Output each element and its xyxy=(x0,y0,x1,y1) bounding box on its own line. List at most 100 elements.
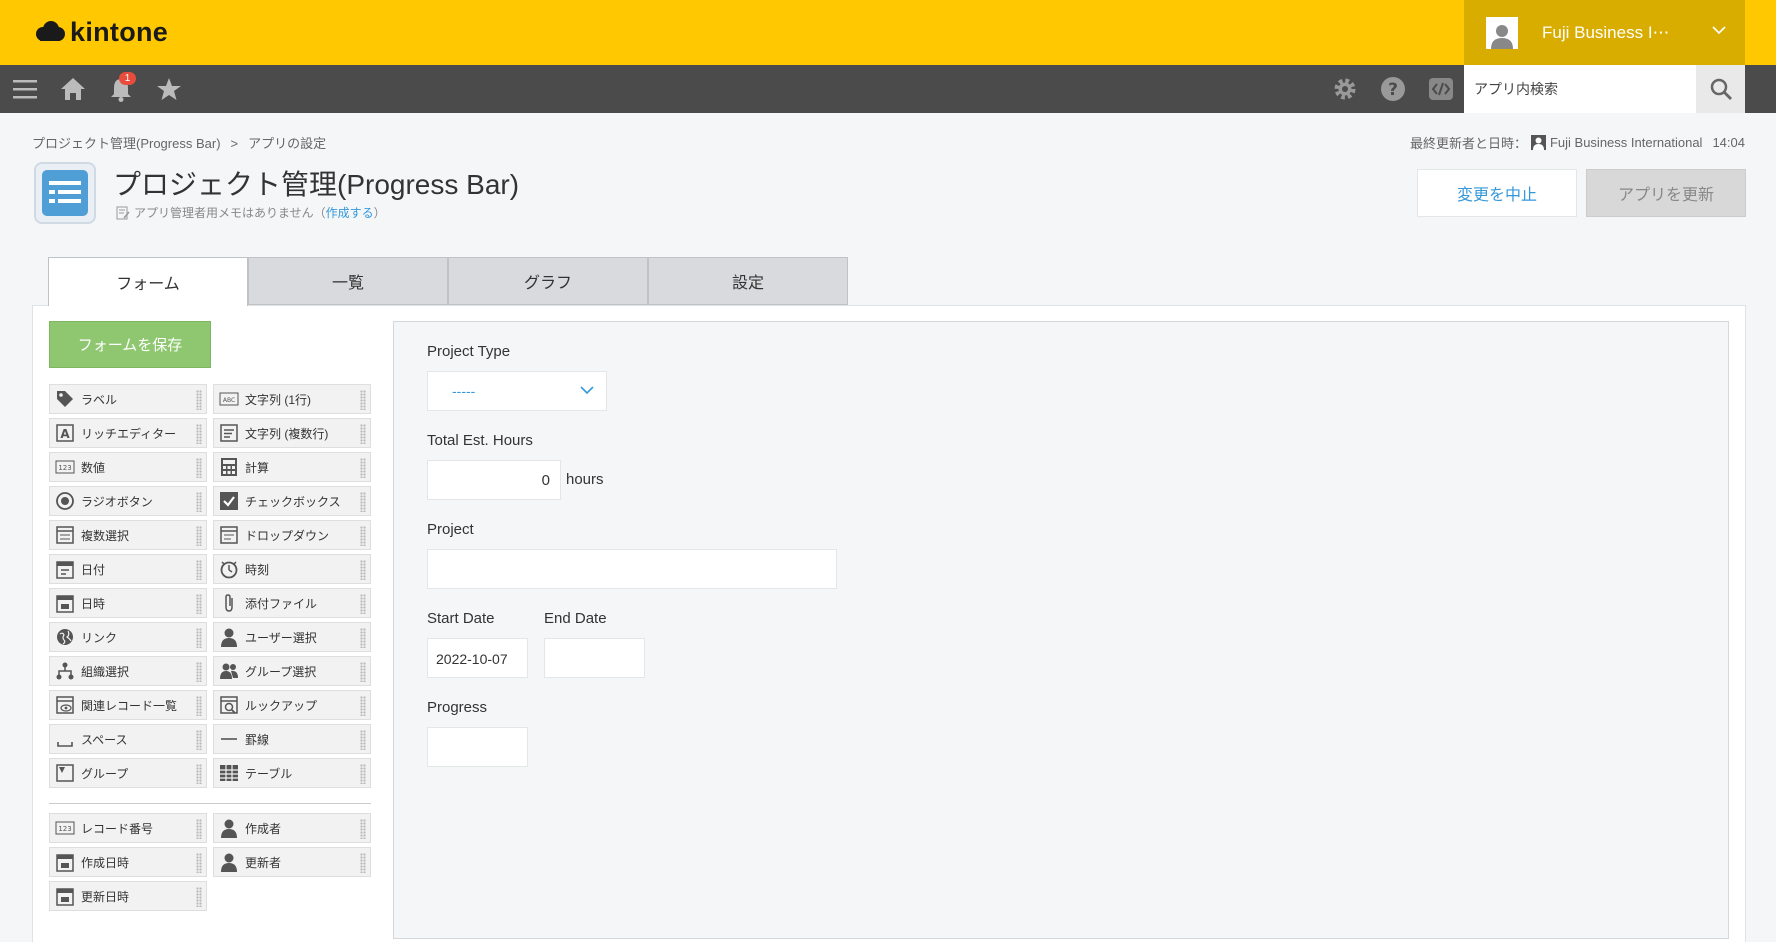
help-icon[interactable]: ? xyxy=(1379,75,1407,103)
user-silhouette-icon xyxy=(1491,24,1513,49)
code-icon[interactable] xyxy=(1427,75,1455,103)
palette-field-item[interactable]: 日時 xyxy=(49,588,207,618)
palette-field-item[interactable]: ABC 文字列 (1行) xyxy=(213,384,371,414)
drag-handle-icon[interactable] xyxy=(360,390,366,410)
last-update-user[interactable]: Fuji Business International xyxy=(1550,135,1702,150)
drag-handle-icon[interactable] xyxy=(360,853,366,873)
palette-field-item[interactable]: 罫線 xyxy=(213,724,371,754)
drag-handle-icon[interactable] xyxy=(360,696,366,716)
palette-field-item[interactable]: スペース xyxy=(49,724,207,754)
create-memo-link[interactable]: 作成する xyxy=(326,206,374,220)
drag-handle-icon[interactable] xyxy=(196,730,202,750)
palette-field-item[interactable]: グループ xyxy=(49,758,207,788)
drag-handle-icon[interactable] xyxy=(196,526,202,546)
drag-handle-icon[interactable] xyxy=(196,819,202,839)
palette-field-item[interactable]: 時刻 xyxy=(213,554,371,584)
tab-form[interactable]: フォーム xyxy=(48,257,248,306)
drag-handle-icon[interactable] xyxy=(360,819,366,839)
search-button[interactable] xyxy=(1696,65,1745,113)
tab-list[interactable]: 一覧 xyxy=(248,257,448,305)
drag-handle-icon[interactable] xyxy=(360,764,366,784)
palette-field-item[interactable]: ユーザー選択 xyxy=(213,622,371,652)
drag-handle-icon[interactable] xyxy=(196,458,202,478)
line-icon xyxy=(219,729,239,749)
breadcrumb-app-link[interactable]: プロジェクト管理(Progress Bar) xyxy=(32,136,221,151)
drag-handle-icon[interactable] xyxy=(360,730,366,750)
drag-handle-icon[interactable] xyxy=(360,492,366,512)
palette-field-item[interactable]: ドロップダウン xyxy=(213,520,371,550)
palette-field-item[interactable]: 作成日時 xyxy=(49,847,207,877)
end-date-input[interactable] xyxy=(544,638,645,678)
search-input[interactable] xyxy=(1464,65,1696,113)
start-date-input[interactable]: 2022-10-07 xyxy=(427,638,528,678)
drag-handle-icon[interactable] xyxy=(360,458,366,478)
hamburger-menu-icon[interactable] xyxy=(11,75,39,103)
drag-handle-icon[interactable] xyxy=(360,628,366,648)
drag-handle-icon[interactable] xyxy=(196,492,202,512)
drag-handle-icon[interactable] xyxy=(360,560,366,580)
paperclip-icon xyxy=(219,593,239,613)
drag-handle-icon[interactable] xyxy=(196,853,202,873)
palette-field-item[interactable]: A リッチエディター xyxy=(49,418,207,448)
palette-field-item[interactable]: テーブル xyxy=(213,758,371,788)
tab-settings[interactable]: 設定 xyxy=(648,257,848,305)
clock-icon xyxy=(219,559,239,579)
cancel-changes-button[interactable]: 変更を中止 xyxy=(1417,169,1577,217)
palette-item-label: 文字列 (複数行) xyxy=(245,426,329,441)
breadcrumb-separator: > xyxy=(230,136,239,151)
form-canvas[interactable] xyxy=(393,321,1729,939)
palette-item-label: 添付ファイル xyxy=(245,596,318,611)
drag-handle-icon[interactable] xyxy=(360,662,366,682)
palette-item-label: 作成日時 xyxy=(81,855,130,870)
palette-field-item[interactable]: 添付ファイル xyxy=(213,588,371,618)
project-input[interactable] xyxy=(427,549,837,589)
gear-icon[interactable] xyxy=(1331,75,1359,103)
drag-handle-icon[interactable] xyxy=(360,424,366,444)
update-app-button[interactable]: アプリを更新 xyxy=(1586,169,1746,217)
palette-item-label: 罫線 xyxy=(245,732,270,747)
group-icon xyxy=(219,661,239,681)
palette-field-item[interactable]: グループ選択 xyxy=(213,656,371,686)
drag-handle-icon[interactable] xyxy=(196,662,202,682)
home-icon[interactable] xyxy=(59,75,87,103)
palette-field-item[interactable]: 123 数値 xyxy=(49,452,207,482)
palette-field-item[interactable]: 組織選択 xyxy=(49,656,207,686)
star-icon[interactable] xyxy=(155,75,183,103)
kintone-logo[interactable]: kintone xyxy=(34,17,168,48)
save-form-button[interactable]: フォームを保存 xyxy=(49,321,211,368)
drag-handle-icon[interactable] xyxy=(196,696,202,716)
user-menu[interactable]: Fuji Business I⋯ xyxy=(1464,0,1745,65)
tab-graph[interactable]: グラフ xyxy=(448,257,648,305)
drag-handle-icon[interactable] xyxy=(196,887,202,907)
palette-field-item[interactable]: 更新日時 xyxy=(49,881,207,911)
breadcrumb-current: アプリの設定 xyxy=(248,136,327,151)
palette-field-item[interactable]: 更新者 xyxy=(213,847,371,877)
drag-handle-icon[interactable] xyxy=(196,594,202,614)
drag-handle-icon[interactable] xyxy=(360,594,366,614)
drag-handle-icon[interactable] xyxy=(196,764,202,784)
drag-handle-icon[interactable] xyxy=(196,424,202,444)
palette-field-item[interactable]: ラジオボタン xyxy=(49,486,207,516)
palette-field-item[interactable]: 計算 xyxy=(213,452,371,482)
palette-field-item[interactable]: 日付 xyxy=(49,554,207,584)
drag-handle-icon[interactable] xyxy=(196,390,202,410)
drag-handle-icon[interactable] xyxy=(196,628,202,648)
palette-field-item[interactable]: 作成者 xyxy=(213,813,371,843)
drag-handle-icon[interactable] xyxy=(196,560,202,580)
project-label: Project xyxy=(427,521,474,538)
palette-field-item[interactable]: 関連レコード一覧 xyxy=(49,690,207,720)
palette-field-item[interactable]: ルックアップ xyxy=(213,690,371,720)
project-type-select[interactable]: ----- xyxy=(427,371,607,411)
palette-field-item[interactable]: 文字列 (複数行) xyxy=(213,418,371,448)
drag-handle-icon[interactable] xyxy=(360,526,366,546)
palette-field-item[interactable]: リンク xyxy=(49,622,207,652)
top-header: kintone Fuji Business I⋯ xyxy=(0,0,1776,65)
palette-item-label: 数値 xyxy=(81,460,106,475)
palette-field-item[interactable]: 123 レコード番号 xyxy=(49,813,207,843)
palette-field-item[interactable]: チェックボックス xyxy=(213,486,371,516)
total-hours-input[interactable]: 0 xyxy=(427,460,561,500)
palette-item-label: ドロップダウン xyxy=(245,528,330,543)
palette-field-item[interactable]: ラベル xyxy=(49,384,207,414)
palette-field-item[interactable]: 複数選択 xyxy=(49,520,207,550)
progress-input[interactable] xyxy=(427,727,528,767)
